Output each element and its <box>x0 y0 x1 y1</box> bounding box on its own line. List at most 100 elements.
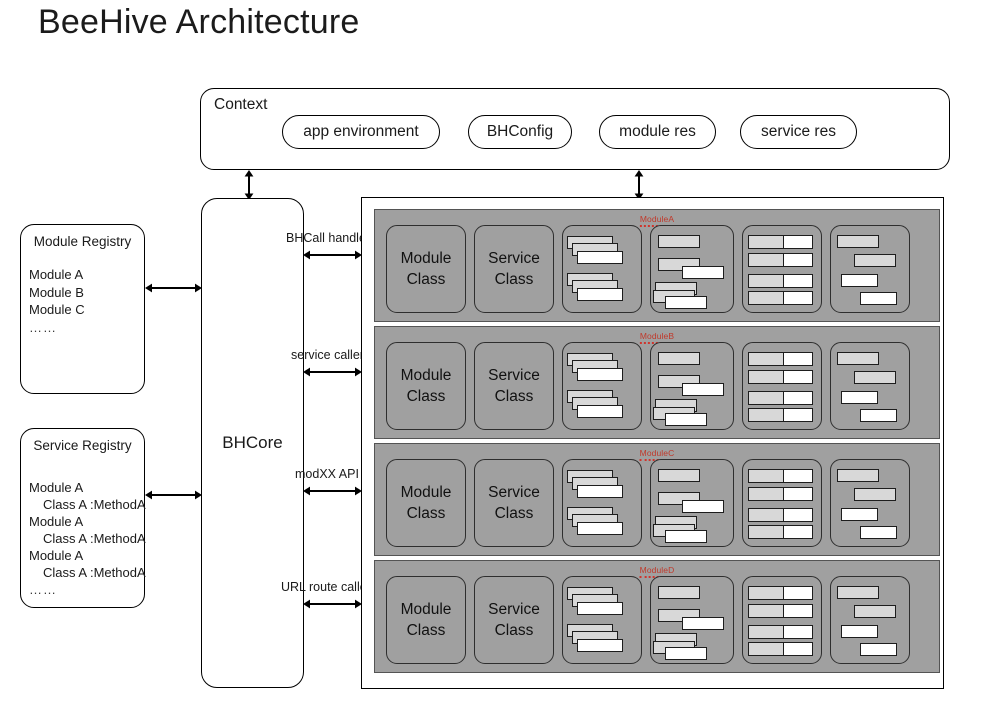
module-class-card[interactable]: Module Class <box>386 576 466 664</box>
list-item: Module A <box>29 267 84 282</box>
cascade-card[interactable] <box>650 342 734 430</box>
module-registry-title: Module Registry <box>33 234 132 249</box>
grid-card[interactable] <box>742 459 822 547</box>
table-row <box>748 352 813 366</box>
table-cell <box>783 391 813 405</box>
table-cell <box>748 469 783 483</box>
cascade-card[interactable] <box>650 225 734 313</box>
bar <box>854 371 896 384</box>
context-pill-app-environment[interactable]: app environment <box>282 115 440 149</box>
bar <box>577 602 623 615</box>
service-class-card[interactable]: Service Class <box>474 342 554 430</box>
arrow-bhcall-handle <box>303 248 362 262</box>
bar <box>682 617 724 630</box>
connector-label-url-route-caller: URL route caller <box>281 580 371 594</box>
service-class-line-1: Service <box>488 367 540 384</box>
bar <box>837 235 879 248</box>
stack-pairs-card[interactable] <box>562 459 642 547</box>
table-cell <box>748 604 783 618</box>
table-row <box>748 370 813 384</box>
stack-pairs-card[interactable] <box>562 576 642 664</box>
module-class-line-2: Class <box>406 388 446 405</box>
stagger-card[interactable] <box>830 225 910 313</box>
list-item: Module A <box>29 480 84 495</box>
table-cell <box>748 408 783 422</box>
module-class-line-2: Class <box>406 505 446 522</box>
cascade-card[interactable] <box>650 576 734 664</box>
table-row <box>748 291 813 305</box>
module-class-card[interactable]: Module Class <box>386 459 466 547</box>
context-pill-service-res[interactable]: service res <box>740 115 857 149</box>
context-title: Context <box>214 96 268 113</box>
table-row <box>748 253 813 267</box>
table-cell <box>783 408 813 422</box>
service-class-line-1: Service <box>488 484 540 501</box>
stagger-card[interactable] <box>830 459 910 547</box>
stagger-card[interactable] <box>830 342 910 430</box>
bar <box>860 292 897 305</box>
bar <box>658 352 700 365</box>
table-cell <box>748 253 783 267</box>
grid-card[interactable] <box>742 576 822 664</box>
table-cell <box>748 487 783 501</box>
list-item: Module B <box>29 284 84 300</box>
module-class-line-1: Module <box>400 250 452 267</box>
module-class-card[interactable]: Module Class <box>386 342 466 430</box>
arrow-module-registry-to-bhcore <box>145 281 202 295</box>
bar <box>837 469 879 482</box>
table-cell <box>783 508 813 522</box>
table-row <box>748 525 813 539</box>
stack-pairs-card[interactable] <box>562 342 642 430</box>
bar <box>860 409 897 422</box>
arrow-url-route-caller <box>303 597 362 611</box>
service-class-line-2: Class <box>494 271 534 288</box>
grid-card[interactable] <box>742 342 822 430</box>
table-row <box>748 625 813 639</box>
context-pill-module-res[interactable]: module res <box>599 115 716 149</box>
bar <box>658 235 700 248</box>
connector-label-bhcall-handle: BHCall handle <box>286 231 366 245</box>
list-item-ellipsis: …… <box>29 582 57 597</box>
bar <box>665 530 707 543</box>
table-cell <box>748 586 783 600</box>
service-class-card[interactable]: Service Class <box>474 459 554 547</box>
service-class-card[interactable]: Service Class <box>474 576 554 664</box>
service-class-line-2: Class <box>494 622 534 639</box>
bar <box>682 500 724 513</box>
table-cell <box>783 487 813 501</box>
bar <box>577 251 623 264</box>
bar <box>682 266 724 279</box>
bar <box>665 296 707 309</box>
cascade-card[interactable] <box>650 459 734 547</box>
connector-label-service-caller: service caller <box>291 348 364 362</box>
service-class-line-2: Class <box>494 388 534 405</box>
stagger-card[interactable] <box>830 576 910 664</box>
service-registry-box: Service Registry Module A Class A :Metho… <box>20 428 146 608</box>
table-cell <box>783 253 813 267</box>
list-item: Class A :MethodA <box>43 497 146 512</box>
service-class-card[interactable]: Service Class <box>474 225 554 313</box>
bar <box>665 413 707 426</box>
module-class-card[interactable]: Module Class <box>386 225 466 313</box>
table-row <box>748 604 813 618</box>
bar <box>854 254 896 267</box>
module-class-line-1: Module <box>400 367 452 384</box>
service-registry-title: Service Registry <box>33 438 132 453</box>
stack-pairs-card[interactable] <box>562 225 642 313</box>
bar <box>577 639 623 652</box>
table-cell <box>748 625 783 639</box>
table-cell <box>748 235 783 249</box>
module-class-line-1: Module <box>400 484 452 501</box>
table-row <box>748 642 813 656</box>
table-cell <box>748 274 783 288</box>
module-row: ModuleC Module Class Service Class <box>374 443 940 556</box>
table-cell <box>748 508 783 522</box>
list-item-ellipsis: …… <box>29 319 57 335</box>
bar <box>837 352 879 365</box>
context-pill-bhconfig[interactable]: BHConfig <box>468 115 572 149</box>
grid-card[interactable] <box>742 225 822 313</box>
arrow-context-to-modules <box>632 170 646 200</box>
module-class-line-2: Class <box>406 622 446 639</box>
arrow-context-to-bhcore <box>242 170 256 200</box>
table-cell <box>783 235 813 249</box>
